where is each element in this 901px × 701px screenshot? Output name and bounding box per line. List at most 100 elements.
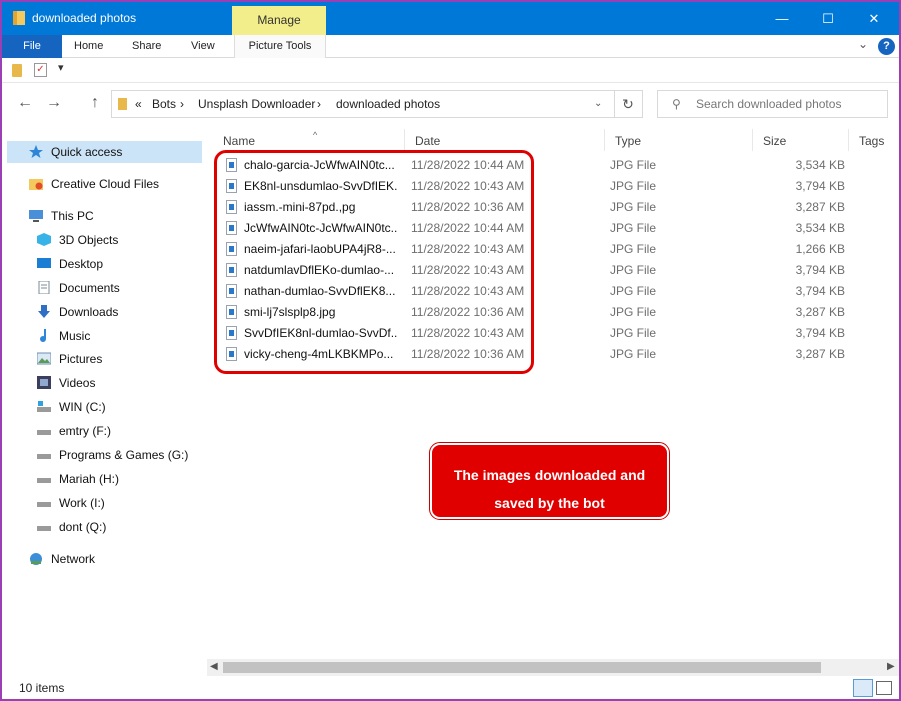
star-icon	[29, 145, 43, 158]
help-icon[interactable]: ?	[878, 38, 895, 55]
file-size: 3,534 KB	[795, 158, 845, 172]
sidebar-item-creative-cloud[interactable]: Creative Cloud Files	[7, 173, 202, 195]
file-type: JPG File	[610, 305, 657, 319]
column-header-name[interactable]: ^ Name	[213, 129, 405, 151]
minimize-button[interactable]: —	[759, 2, 805, 35]
scroll-right-icon[interactable]: ▶	[887, 661, 895, 672]
sidebar-item-desktop[interactable]: Desktop	[7, 253, 202, 275]
column-header-size[interactable]: Size	[753, 129, 849, 151]
scrollbar-thumb[interactable]	[223, 662, 821, 673]
sidebar-item-network[interactable]: Network	[7, 548, 202, 570]
properties-icon[interactable]: ✓	[34, 63, 47, 77]
file-type: JPG File	[610, 347, 657, 361]
file-size: 3,794 KB	[795, 326, 845, 340]
column-header-type[interactable]: Type	[605, 129, 753, 151]
tab-view[interactable]: View	[191, 35, 215, 58]
annotation-highlight-box	[214, 150, 534, 374]
tab-share[interactable]: Share	[132, 35, 161, 58]
column-header-tags[interactable]: Tags	[849, 129, 899, 151]
breadcrumb-separator[interactable]: ›	[180, 97, 184, 111]
title-bar: downloaded photos Manage — ☐ ✕	[2, 2, 899, 35]
drive-icon	[37, 502, 51, 507]
pictures-icon	[37, 352, 51, 365]
file-type: JPG File	[610, 242, 657, 256]
scroll-left-icon[interactable]: ◀	[210, 661, 218, 672]
file-size: 3,534 KB	[795, 221, 845, 235]
folder-icon	[13, 11, 25, 25]
file-type: JPG File	[610, 263, 657, 277]
sidebar-item-videos[interactable]: Videos	[7, 372, 202, 394]
file-type: JPG File	[610, 221, 657, 235]
sidebar-item-drive-i[interactable]: Work (I:)	[7, 492, 202, 514]
chevron-down-icon[interactable]: ⌄	[594, 98, 602, 109]
drive-icon	[37, 526, 51, 531]
folder-icon	[118, 98, 127, 110]
breadcrumb-unsplash-downloader[interactable]: Unsplash Downloader	[198, 97, 315, 111]
sort-ascending-icon: ^	[313, 130, 318, 140]
download-arrow-icon	[38, 305, 50, 318]
refresh-icon[interactable]: ↻	[614, 90, 643, 118]
close-button[interactable]: ✕	[851, 2, 897, 35]
ribbon-tabs: File Home Share View Picture Tools ⌄ ?	[2, 35, 899, 58]
search-input[interactable]	[696, 96, 881, 112]
horizontal-scrollbar[interactable]: ◀ ▶	[207, 659, 899, 676]
file-size: 3,287 KB	[795, 347, 845, 361]
file-size: 3,794 KB	[795, 263, 845, 277]
sidebar-item-drive-f[interactable]: emtry (F:)	[7, 420, 202, 442]
file-type: JPG File	[610, 158, 657, 172]
folder-icon[interactable]	[12, 64, 22, 77]
address-bar[interactable]: « Bots › Unsplash Downloader › downloade…	[111, 90, 615, 118]
sidebar-item-quick-access[interactable]: Quick access	[7, 141, 202, 163]
documents-icon	[38, 281, 50, 294]
navigation-bar: ← → ↑ « Bots › Unsplash Downloader › dow…	[2, 84, 899, 124]
maximize-button[interactable]: ☐	[805, 2, 851, 35]
large-icons-view-icon[interactable]	[876, 681, 892, 695]
tab-file[interactable]: File	[2, 35, 62, 58]
drive-icon	[37, 430, 51, 435]
drive-icon	[37, 454, 51, 459]
breadcrumb-overflow[interactable]: «	[135, 97, 142, 111]
file-size: 3,794 KB	[795, 284, 845, 298]
tab-home[interactable]: Home	[74, 35, 103, 58]
music-note-icon	[40, 329, 46, 342]
film-icon	[37, 376, 51, 389]
network-icon	[30, 553, 42, 565]
file-type: JPG File	[610, 326, 657, 340]
sidebar-item-music[interactable]: Music	[7, 325, 202, 347]
sidebar-item-drive-h[interactable]: Mariah (H:)	[7, 468, 202, 490]
drive-icon	[37, 478, 51, 483]
annotation-callout: The images downloaded and saved by the b…	[429, 442, 670, 520]
sidebar-item-drive-q[interactable]: dont (Q:)	[7, 516, 202, 538]
sidebar-item-win-c[interactable]: WIN (C:)	[7, 396, 202, 418]
tab-manage[interactable]: Manage	[232, 6, 326, 35]
sidebar-item-downloads[interactable]: Downloads	[7, 301, 202, 323]
status-bar: 10 items	[2, 677, 899, 699]
annotation-line-2: saved by the bot	[494, 495, 605, 511]
file-type: JPG File	[610, 200, 657, 214]
breadcrumb-bots[interactable]: Bots	[152, 97, 176, 111]
search-box[interactable]: ⚲	[657, 90, 888, 118]
cube-icon	[37, 233, 51, 246]
back-arrow-icon[interactable]: ←	[17, 94, 33, 112]
tab-picture-tools[interactable]: Picture Tools	[234, 35, 326, 58]
column-header-date[interactable]: Date	[405, 129, 605, 151]
window-title: downloaded photos	[32, 11, 137, 25]
sidebar-item-documents[interactable]: Documents	[7, 277, 202, 299]
quick-access-toolbar: ✓ ▾	[2, 59, 899, 83]
breadcrumb-separator[interactable]: ›	[317, 97, 321, 111]
explorer-window: downloaded photos Manage — ☐ ✕ File Home…	[0, 0, 901, 701]
details-view-icon[interactable]	[853, 679, 873, 697]
sidebar-item-this-pc[interactable]: This PC	[7, 205, 202, 227]
file-size: 3,287 KB	[795, 305, 845, 319]
sidebar-item-pictures[interactable]: Pictures	[7, 348, 202, 370]
chevron-down-icon[interactable]: ⌄	[858, 37, 868, 51]
item-count: 10 items	[19, 681, 65, 695]
customize-toolbar-dropdown[interactable]: ▾	[58, 61, 64, 74]
computer-icon	[29, 210, 43, 222]
file-type: JPG File	[610, 179, 657, 193]
breadcrumb-downloaded-photos[interactable]: downloaded photos	[336, 97, 440, 111]
sidebar-item-3d-objects[interactable]: 3D Objects	[7, 229, 202, 251]
forward-arrow-icon[interactable]: →	[46, 94, 62, 112]
sidebar-item-drive-g[interactable]: Programs & Games (G:)	[7, 444, 202, 466]
up-arrow-icon[interactable]: ↑	[91, 94, 99, 112]
